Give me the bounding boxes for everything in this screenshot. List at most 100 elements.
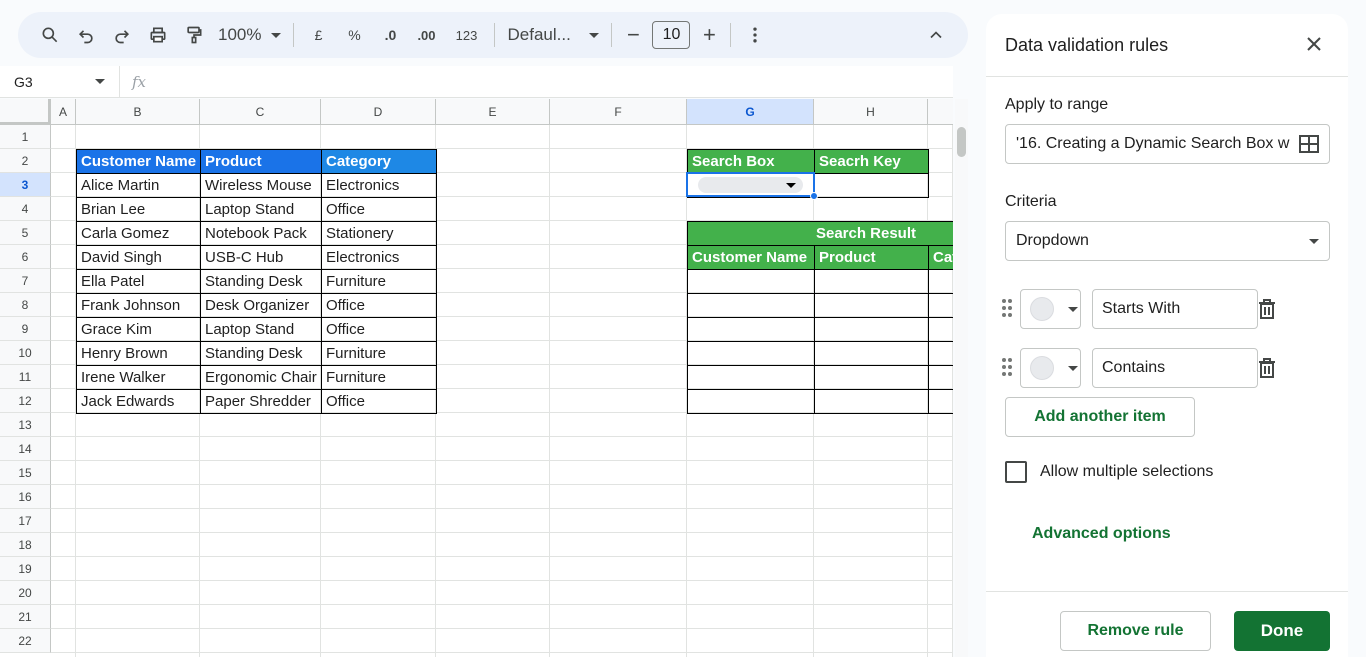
name-box[interactable]: G3 bbox=[0, 65, 120, 98]
search-result-header[interactable]: Customer Name bbox=[687, 245, 815, 270]
table-cell[interactable]: Irene Walker bbox=[76, 365, 201, 390]
column-header-b[interactable]: B bbox=[76, 99, 200, 125]
column-header-h[interactable]: H bbox=[814, 99, 928, 125]
table-cell[interactable]: Brian Lee bbox=[76, 197, 201, 222]
redo-icon[interactable] bbox=[104, 17, 140, 53]
search-result-cell[interactable] bbox=[814, 269, 929, 294]
row-header-4[interactable]: 4 bbox=[0, 197, 51, 221]
table-cell[interactable]: Office bbox=[321, 197, 437, 222]
table-cell[interactable]: Furniture bbox=[321, 365, 437, 390]
item-input[interactable]: Starts With bbox=[1092, 289, 1258, 329]
table-cell[interactable]: Electronics bbox=[321, 173, 437, 198]
search-key-label[interactable]: Seacrh Key bbox=[814, 149, 929, 174]
table-cell[interactable]: Furniture bbox=[321, 269, 437, 294]
done-button[interactable]: Done bbox=[1234, 611, 1330, 651]
table-cell[interactable]: Desk Organizer bbox=[200, 293, 322, 318]
search-result-cell[interactable] bbox=[687, 269, 815, 294]
increase-font-size-button[interactable]: + bbox=[694, 17, 724, 53]
trash-icon[interactable] bbox=[1255, 297, 1279, 321]
row-header-10[interactable]: 10 bbox=[0, 341, 51, 365]
row-header-7[interactable]: 7 bbox=[0, 269, 51, 293]
remove-rule-button[interactable]: Remove rule bbox=[1060, 611, 1211, 651]
criteria-select[interactable]: Dropdown bbox=[1005, 221, 1330, 261]
search-result-cell[interactable] bbox=[687, 365, 815, 390]
add-item-button[interactable]: Add another item bbox=[1005, 397, 1195, 437]
table-cell[interactable]: Standing Desk bbox=[200, 269, 322, 294]
search-result-cell[interactable] bbox=[687, 317, 815, 342]
percent-button[interactable]: % bbox=[336, 17, 372, 53]
collapse-toolbar-icon[interactable] bbox=[918, 17, 954, 53]
number-format-button[interactable]: 123 bbox=[444, 17, 488, 53]
trash-icon[interactable] bbox=[1255, 356, 1279, 380]
undo-icon[interactable] bbox=[68, 17, 104, 53]
search-icon[interactable] bbox=[32, 17, 68, 53]
search-result-cell[interactable] bbox=[814, 365, 929, 390]
table-cell[interactable]: Grace Kim bbox=[76, 317, 201, 342]
table-cell[interactable]: David Singh bbox=[76, 245, 201, 270]
table-cell[interactable]: Office bbox=[321, 317, 437, 342]
table-cell[interactable]: Ergonomic Chair bbox=[200, 365, 322, 390]
item-color-button[interactable] bbox=[1020, 289, 1081, 329]
search-key-cell[interactable] bbox=[814, 173, 929, 198]
drag-handle-icon[interactable] bbox=[1000, 299, 1014, 319]
row-header-6[interactable]: 6 bbox=[0, 245, 51, 269]
row-header-2[interactable]: 2 bbox=[0, 149, 51, 173]
search-result-cell[interactable] bbox=[814, 317, 929, 342]
column-header-e[interactable]: E bbox=[436, 99, 550, 125]
column-header-a[interactable]: A bbox=[51, 99, 76, 125]
currency-button[interactable]: £ bbox=[300, 17, 336, 53]
table-header-cell[interactable]: Product bbox=[200, 149, 322, 174]
column-header-partial[interactable] bbox=[928, 99, 953, 125]
drag-handle-icon[interactable] bbox=[1000, 358, 1014, 378]
table-cell[interactable]: Wireless Mouse bbox=[200, 173, 322, 198]
search-result-header[interactable]: Cat bbox=[928, 245, 953, 270]
table-cell[interactable]: Ella Patel bbox=[76, 269, 201, 294]
table-cell[interactable]: USB-C Hub bbox=[200, 245, 322, 270]
advanced-options-link[interactable]: Advanced options bbox=[1032, 525, 1171, 543]
row-header-17[interactable]: 17 bbox=[0, 509, 51, 533]
search-result-cell[interactable] bbox=[687, 389, 815, 414]
search-result-header[interactable]: Product bbox=[814, 245, 929, 270]
table-cell[interactable]: Notebook Pack bbox=[200, 221, 322, 246]
font-select[interactable]: Defaul... bbox=[501, 25, 605, 45]
print-icon[interactable] bbox=[140, 17, 176, 53]
table-cell[interactable]: Stationery bbox=[321, 221, 437, 246]
table-cell[interactable]: Laptop Stand bbox=[200, 317, 322, 342]
table-header-cell[interactable]: Customer Name bbox=[76, 149, 201, 174]
table-cell[interactable]: Alice Martin bbox=[76, 173, 201, 198]
row-header-16[interactable]: 16 bbox=[0, 485, 51, 509]
row-header-11[interactable]: 11 bbox=[0, 365, 51, 389]
table-cell[interactable]: Electronics bbox=[321, 245, 437, 270]
zoom-select[interactable]: 100% bbox=[212, 25, 287, 45]
more-options-icon[interactable] bbox=[737, 17, 773, 53]
decrease-decimal-button[interactable]: .0 bbox=[372, 17, 408, 53]
search-result-cell[interactable] bbox=[928, 389, 953, 414]
table-cell[interactable]: Standing Desk bbox=[200, 341, 322, 366]
search-result-cell[interactable] bbox=[814, 293, 929, 318]
range-input[interactable]: '16. Creating a Dynamic Search Box w bbox=[1005, 124, 1330, 164]
decrease-font-size-button[interactable]: − bbox=[618, 17, 648, 53]
search-result-cell[interactable] bbox=[928, 317, 953, 342]
row-header-3[interactable]: 3 bbox=[0, 173, 51, 197]
search-result-cell[interactable] bbox=[814, 341, 929, 366]
column-header-g[interactable]: G bbox=[687, 99, 814, 125]
search-result-cell[interactable] bbox=[928, 341, 953, 366]
column-header-d[interactable]: D bbox=[321, 99, 436, 125]
table-cell[interactable]: Paper Shredder bbox=[200, 389, 322, 414]
item-input[interactable]: Contains bbox=[1092, 348, 1258, 388]
column-header-c[interactable]: C bbox=[200, 99, 321, 125]
search-result-cell[interactable] bbox=[814, 389, 929, 414]
row-header-15[interactable]: 15 bbox=[0, 461, 51, 485]
row-header-8[interactable]: 8 bbox=[0, 293, 51, 317]
fill-handle[interactable] bbox=[810, 192, 818, 200]
search-result-cell[interactable] bbox=[687, 341, 815, 366]
spreadsheet-grid[interactable]: A B C D E F G H 1 2 3 4 5 6 7 8 9 10 11 12 13 14 15 16 17 18 19 20 2… bbox=[0, 99, 953, 657]
search-result-cell[interactable] bbox=[928, 293, 953, 318]
scrollbar-thumb[interactable] bbox=[957, 127, 966, 157]
table-header-cell[interactable]: Category bbox=[321, 149, 437, 174]
row-header-13[interactable]: 13 bbox=[0, 413, 51, 437]
table-cell[interactable]: Office bbox=[321, 389, 437, 414]
select-all-corner[interactable] bbox=[0, 99, 51, 125]
increase-decimal-button[interactable]: .00 bbox=[408, 17, 444, 53]
search-result-cell[interactable] bbox=[928, 269, 953, 294]
